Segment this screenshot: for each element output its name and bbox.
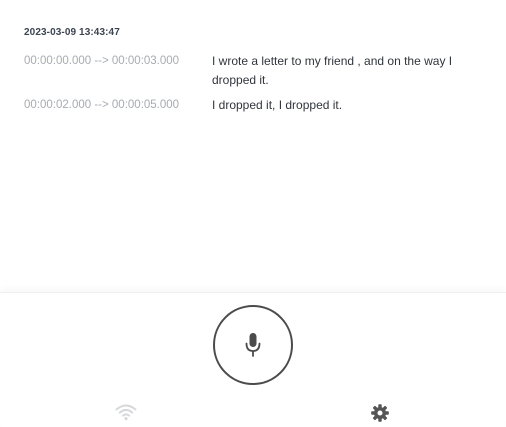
record-button[interactable] — [213, 305, 293, 385]
segment-text: I dropped it, I dropped it. — [212, 98, 343, 112]
control-panel — [0, 292, 506, 427]
segment-list: 00:00:00.000 --> 00:00:03.000 I wrote a … — [24, 52, 484, 121]
transcript-area: 2023-03-09 13:43:47 00:00:00.000 --> 00:… — [0, 0, 506, 292]
segment-timestamp: 00:00:00.000 --> 00:00:03.000 — [24, 55, 180, 67]
transcript-segment: 00:00:02.000 --> 00:00:05.000 I dropped … — [24, 96, 484, 115]
settings-button[interactable] — [370, 403, 390, 423]
transcription-app: 2023-03-09 13:43:47 00:00:00.000 --> 00:… — [0, 0, 506, 427]
segment-timestamp: 00:00:02.000 --> 00:00:05.000 — [24, 99, 180, 111]
wifi-icon — [115, 403, 137, 421]
gear-icon — [371, 404, 389, 422]
microphone-icon — [245, 333, 261, 357]
transcript-segment: 00:00:00.000 --> 00:00:03.000 I wrote a … — [24, 52, 484, 90]
segment-text: I wrote a letter to my friend , and on t… — [212, 54, 453, 87]
session-date: 2023-03-09 13:43:47 — [24, 27, 120, 38]
